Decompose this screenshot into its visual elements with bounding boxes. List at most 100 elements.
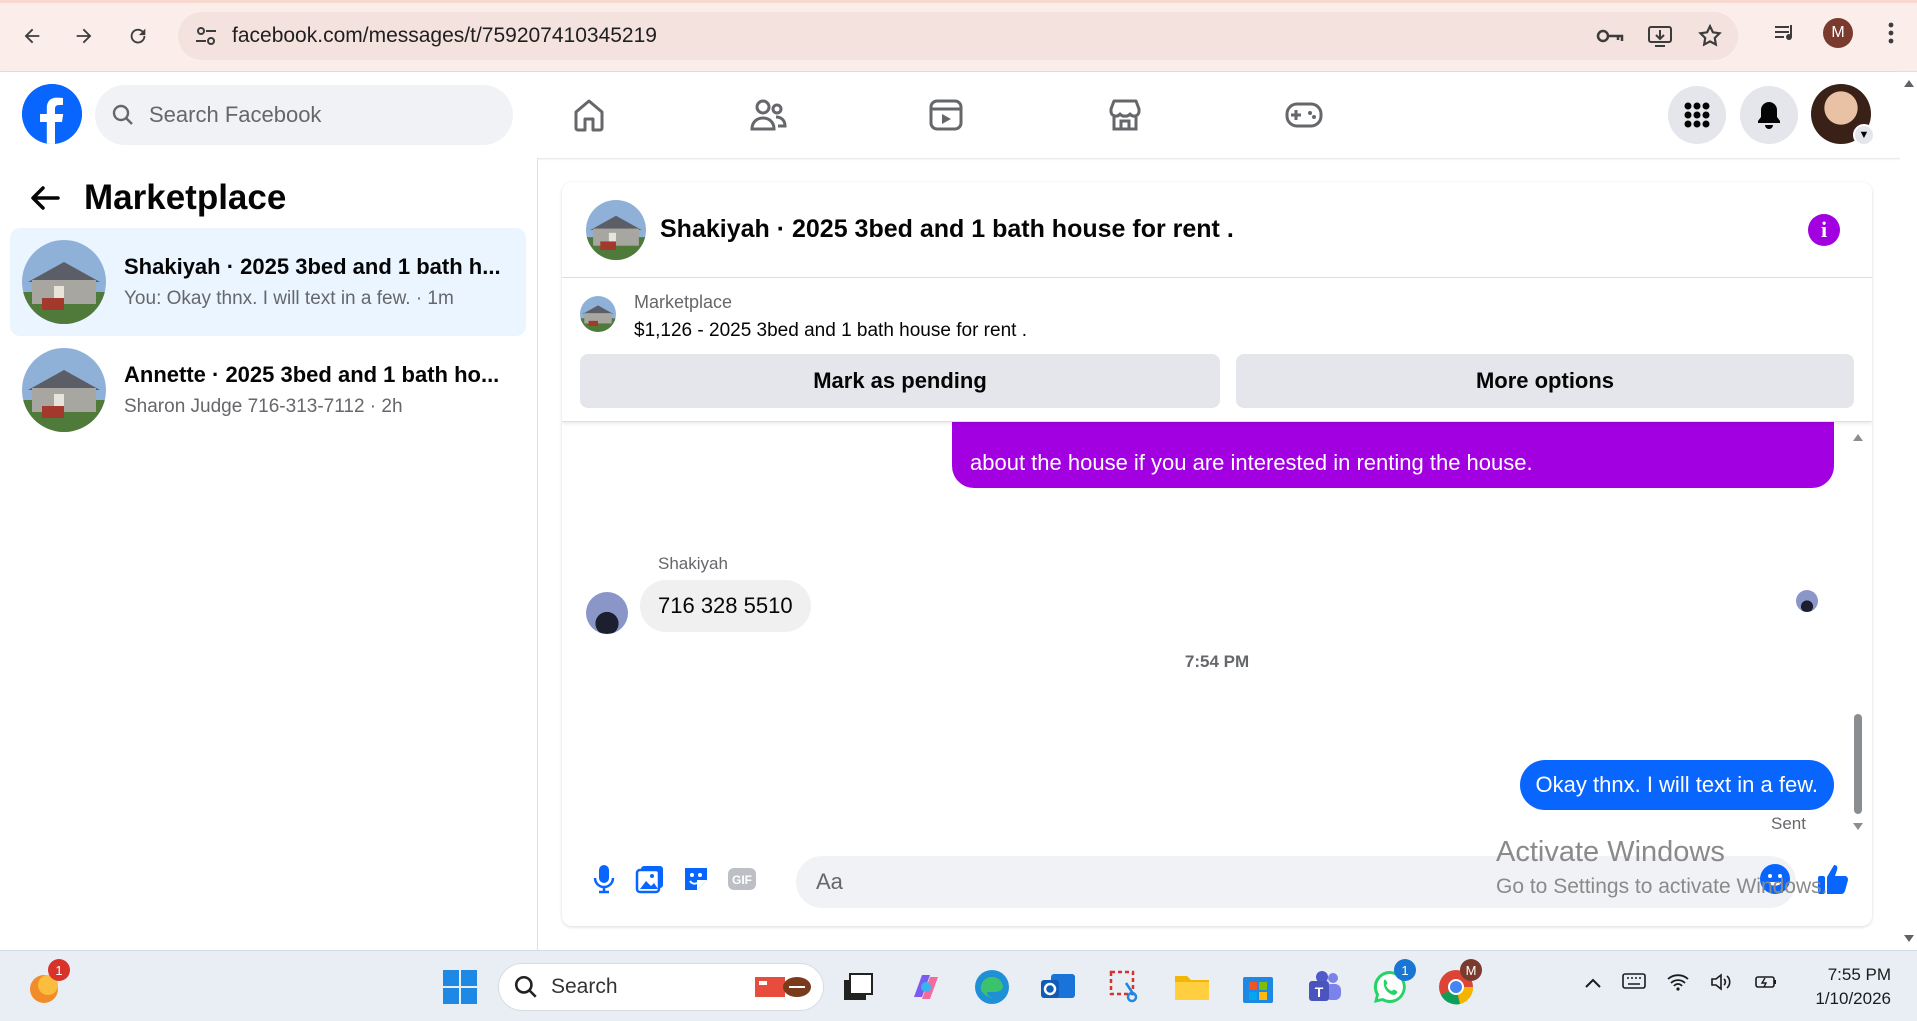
file-explorer-icon[interactable] xyxy=(1170,965,1214,1009)
chat-listing-thumbnail[interactable] xyxy=(586,199,646,260)
outlook-icon[interactable] xyxy=(1036,965,1080,1009)
page-scrollbar[interactable] xyxy=(1900,72,1917,950)
back-icon[interactable] xyxy=(14,18,50,54)
received-message-bubble[interactable]: 716 328 5510 xyxy=(640,580,811,632)
windows-taskbar: 1 Search T 1 M 7:55 PM 1/10/2026 xyxy=(0,950,1917,1021)
site-settings-icon[interactable] xyxy=(192,22,220,50)
message-timestamp: 7:54 PM xyxy=(1184,652,1250,671)
gif-icon[interactable]: GIF xyxy=(725,862,759,896)
chevron-down-icon[interactable]: ▼ xyxy=(1853,124,1875,146)
activate-windows-watermark: Activate Windows Go to Settings to activ… xyxy=(1496,836,1828,899)
message-status: Sent xyxy=(1771,814,1806,833)
copilot-icon[interactable] xyxy=(904,965,948,1009)
conversation-preview: You: Okay thnx. I will text in a few. · … xyxy=(124,288,454,309)
scroll-up-icon[interactable] xyxy=(1852,432,1864,442)
page-scroll-down-icon[interactable] xyxy=(1903,934,1915,944)
whatsapp-badge: 1 xyxy=(1394,959,1416,981)
search-highlight-icon xyxy=(755,977,811,997)
url-text[interactable]: facebook.com/messages/t/759207410345219 xyxy=(232,24,657,48)
microsoft-store-icon[interactable] xyxy=(1236,965,1280,1009)
back-arrow-icon[interactable] xyxy=(30,185,60,211)
forward-icon[interactable] xyxy=(66,18,102,54)
keyboard-icon[interactable] xyxy=(1622,973,1646,996)
task-view-icon[interactable] xyxy=(836,965,880,1009)
video-icon[interactable] xyxy=(925,94,967,136)
more-options-button[interactable]: More options xyxy=(1236,354,1854,408)
more-menu-icon[interactable] xyxy=(1877,19,1905,47)
sender-avatar[interactable] xyxy=(586,592,628,634)
password-key-icon[interactable] xyxy=(1596,22,1624,50)
facebook-search[interactable] xyxy=(95,85,513,145)
taskbar-search[interactable]: Search xyxy=(498,963,824,1011)
sidebar-title: Marketplace xyxy=(84,178,287,217)
gaming-icon[interactable] xyxy=(1283,94,1325,136)
sent-message-bubble[interactable]: about the house if you are interested in… xyxy=(952,422,1834,488)
marketplace-icon[interactable] xyxy=(1104,94,1146,136)
mark-as-pending-button[interactable]: Mark as pending xyxy=(580,354,1220,408)
page-scroll-up-icon[interactable] xyxy=(1903,78,1915,88)
listing-price-title[interactable]: $1,126 - 2025 3bed and 1 bath house for … xyxy=(634,320,1027,342)
reload-icon[interactable] xyxy=(120,18,156,54)
svg-text:GIF: GIF xyxy=(732,873,752,887)
message-text: about the house if you are interested in… xyxy=(970,450,1533,475)
watermark-subtitle: Go to Settings to activate Windows. xyxy=(1496,875,1828,898)
photo-icon[interactable] xyxy=(633,862,667,896)
message-input[interactable] xyxy=(814,868,1614,896)
browser-toolbar: facebook.com/messages/t/759207410345219 … xyxy=(0,0,1917,72)
search-input[interactable] xyxy=(147,101,447,129)
sent-message-bubble[interactable]: Okay thnx. I will text in a few. xyxy=(1519,760,1834,810)
whatsapp-icon[interactable]: 1 xyxy=(1368,959,1416,1009)
facebook-header: ▼ xyxy=(0,72,1900,158)
account-avatar[interactable]: ▼ xyxy=(1811,84,1875,146)
chrome-profile-badge: M xyxy=(1460,959,1482,981)
media-controls-icon[interactable] xyxy=(1771,19,1799,47)
chevron-up-icon[interactable] xyxy=(1584,973,1602,996)
friends-icon[interactable] xyxy=(747,94,789,136)
chrome-icon[interactable]: M xyxy=(1434,959,1482,1009)
weather-badge: 1 xyxy=(48,959,70,981)
marketplace-listing-banner: Marketplace $1,126 - 2025 3bed and 1 bat… xyxy=(562,278,1872,422)
install-app-icon[interactable] xyxy=(1646,22,1674,50)
search-icon xyxy=(112,104,133,125)
facebook-logo-icon[interactable] xyxy=(22,84,82,144)
conversation-item[interactable]: Shakiyah · 2025 3bed and 1 bath h... You… xyxy=(10,228,526,336)
chat-title[interactable]: Shakiyah · 2025 3bed and 1 bath house fo… xyxy=(660,215,1234,244)
browser-profile-avatar[interactable]: M xyxy=(1823,18,1853,48)
edge-browser-icon[interactable] xyxy=(970,965,1014,1009)
volume-icon[interactable] xyxy=(1710,973,1734,996)
wifi-icon[interactable] xyxy=(1666,973,1690,996)
weather-widget-icon[interactable]: 1 xyxy=(24,959,70,1009)
bookmark-star-icon[interactable] xyxy=(1696,22,1724,50)
scroll-down-icon[interactable] xyxy=(1852,822,1864,832)
clock[interactable]: 7:55 PM 1/10/2026 xyxy=(1815,963,1891,1011)
taskbar-search-label: Search xyxy=(551,975,618,998)
listing-thumbnail xyxy=(580,296,616,332)
marketplace-sidebar: Marketplace Shakiyah · 2025 3bed and 1 b… xyxy=(0,158,538,950)
scroll-thumb[interactable] xyxy=(1854,714,1862,814)
search-icon xyxy=(514,975,537,998)
conversation-name: Shakiyah · 2025 3bed and 1 bath h... xyxy=(124,254,501,279)
clock-date: 1/10/2026 xyxy=(1815,989,1891,1008)
chat-header: Shakiyah · 2025 3bed and 1 bath house fo… xyxy=(562,182,1872,278)
tab-strip-edge xyxy=(0,0,1917,3)
menu-grid-icon[interactable] xyxy=(1668,86,1726,144)
listing-label: Marketplace xyxy=(634,292,733,312)
windows-start-icon[interactable] xyxy=(438,965,482,1009)
microphone-icon[interactable] xyxy=(587,862,621,896)
clock-time: 7:55 PM xyxy=(1827,965,1891,984)
teams-icon[interactable]: T xyxy=(1302,965,1346,1009)
notifications-bell-icon[interactable] xyxy=(1740,86,1798,144)
svg-text:T: T xyxy=(1315,984,1324,1000)
listing-thumbnail xyxy=(22,348,106,432)
address-bar[interactable]: facebook.com/messages/t/759207410345219 xyxy=(178,12,1738,60)
sticker-icon[interactable] xyxy=(679,862,713,896)
system-tray xyxy=(1584,973,1778,996)
messages-scrollbar[interactable] xyxy=(1852,432,1864,832)
chat-panel: Shakiyah · 2025 3bed and 1 bath house fo… xyxy=(562,182,1872,926)
conversation-item[interactable]: Annette · 2025 3bed and 1 bath ho... Sha… xyxy=(10,336,526,444)
snipping-tool-icon[interactable] xyxy=(1104,965,1148,1009)
battery-icon[interactable] xyxy=(1754,973,1778,996)
conversation-preview: Sharon Judge 716-313-7112 · 2h xyxy=(124,396,403,417)
home-icon[interactable] xyxy=(568,94,610,136)
info-icon[interactable]: i xyxy=(1808,214,1840,246)
